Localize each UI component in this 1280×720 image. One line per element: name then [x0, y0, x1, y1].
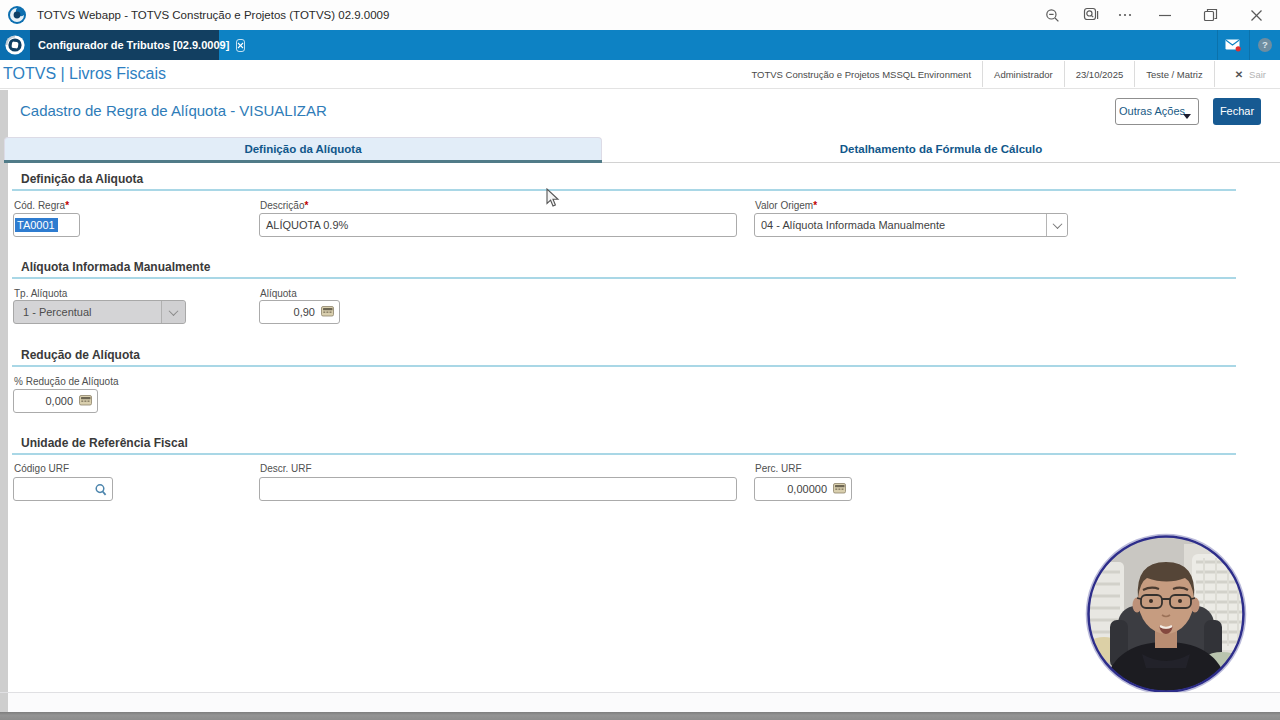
perc-urf-input[interactable]: 0,00000: [754, 477, 852, 501]
totvs-logo-icon: [0, 30, 30, 60]
tab-detalhamento-formula[interactable]: Detalhamento da Fórmula de Cálculo: [602, 137, 1280, 161]
valor-origem-select[interactable]: 04 - Alíquota Informada Manualmente: [754, 213, 1068, 237]
valor-origem-value: 04 - Alíquota Informada Manualmente: [755, 219, 945, 231]
app-tab-close-icon[interactable]: [236, 39, 245, 52]
logout-label: Sair: [1249, 69, 1266, 80]
section-rule: [12, 277, 1236, 279]
footer-strip: [8, 693, 1280, 712]
descr-urf-label: Descr. URF: [260, 463, 312, 474]
user-label: Administrador: [983, 69, 1064, 80]
fechar-label: Fechar: [1220, 105, 1254, 117]
perc-reducao-value: 0,000: [45, 395, 77, 407]
perc-urf-value: 0,00000: [787, 483, 831, 495]
codigo-urf-input[interactable]: [13, 477, 113, 501]
section-title-definicao: Definição da Aliquota: [21, 172, 143, 186]
minimize-button[interactable]: [1150, 0, 1180, 30]
branch-label: Teste / Matriz: [1135, 69, 1214, 80]
app-tab-bar: Configurador de Tributos [02.9.0009] ?: [0, 30, 1280, 60]
codigo-urf-label: Código URF: [14, 463, 69, 474]
perc-urf-label: Perc. URF: [755, 463, 802, 474]
taskbar-strip: [0, 712, 1280, 720]
aliquota-input[interactable]: 0,90: [259, 300, 340, 324]
aliquota-value: 0,90: [294, 306, 319, 318]
active-tab-underline: [4, 160, 602, 163]
tp-aliquota-select: 1 - Percentual: [13, 300, 186, 324]
more-options-icon[interactable]: [1110, 0, 1140, 30]
help-icon[interactable]: ?: [1249, 30, 1280, 60]
valor-origem-label: Valor Origem*: [755, 200, 817, 211]
left-gutter: [0, 90, 8, 712]
window-titlebar: TOTVS Webapp - TOTVS Construção e Projet…: [0, 0, 1280, 30]
section-title-reducao: Redução de Alíquota: [21, 348, 140, 362]
tp-aliquota-label: Tp. Alíquota: [14, 288, 67, 299]
descricao-value: ALÍQUOTA 0.9%: [260, 219, 348, 231]
window-title: TOTVS Webapp - TOTVS Construção e Projet…: [37, 9, 389, 21]
descricao-label: Descrição*: [260, 200, 308, 211]
chevron-down-icon: [161, 301, 185, 323]
cod-regra-label: Cód. Regra*: [14, 200, 69, 211]
outras-acoes-button[interactable]: Outras Ações: [1115, 98, 1199, 125]
section-title-urf: Unidade de Referência Fiscal: [21, 436, 188, 450]
date-label: 23/10/2025: [1065, 69, 1135, 80]
chevron-down-icon: [1046, 214, 1067, 236]
calculator-icon[interactable]: [79, 394, 93, 408]
cod-regra-input[interactable]: TA0001: [13, 213, 80, 237]
section-rule: [12, 189, 1236, 191]
tab-definicao-label: Definição da Alíquota: [244, 143, 361, 155]
fechar-button[interactable]: Fechar: [1213, 98, 1261, 125]
calculator-icon[interactable]: [321, 305, 335, 319]
svg-text:?: ?: [1262, 39, 1268, 50]
search-icon[interactable]: [94, 483, 108, 499]
section-title-aliquota-manual: Alíquota Informada Manualmente: [21, 260, 210, 274]
close-button[interactable]: [1241, 0, 1271, 30]
app-tab-label: Configurador de Tributos [02.9.0009]: [38, 39, 229, 51]
logout-button[interactable]: ✕ Sair: [1215, 69, 1276, 80]
descr-urf-input[interactable]: [259, 477, 737, 501]
feedback-mail-icon[interactable]: [1217, 30, 1248, 60]
page-title: Cadastro de Regra de Alíquota - VISUALIZ…: [20, 102, 327, 119]
restore-button[interactable]: [1195, 0, 1225, 30]
app-tab-configurador[interactable]: Configurador de Tributos [02.9.0009]: [30, 30, 219, 60]
environment-label: TOTVS Construção e Projetos MSSQL Enviro…: [740, 69, 982, 80]
descricao-input[interactable]: ALÍQUOTA 0.9%: [259, 213, 737, 237]
masthead: TOTVS | Livros Fiscais TOTVS Construção …: [0, 60, 1280, 89]
aliquota-label: Alíquota: [260, 288, 297, 299]
chevron-down-icon: [1183, 114, 1191, 119]
mouse-cursor: [546, 188, 560, 208]
brand-title: TOTVS | Livros Fiscais: [3, 65, 166, 83]
tab-detalhamento-label: Detalhamento da Fórmula de Cálculo: [840, 143, 1043, 155]
section-rule: [12, 453, 1236, 455]
outras-acoes-label: Outras Ações: [1119, 105, 1185, 117]
perc-reducao-label: % Redução de Alíquota: [14, 376, 119, 387]
logout-close-icon: ✕: [1235, 69, 1243, 80]
tab-definicao-aliquota[interactable]: Definição da Alíquota: [4, 137, 602, 161]
section-rule: [12, 365, 1236, 367]
zoom-out-icon[interactable]: [1037, 0, 1067, 30]
cod-regra-value: TA0001: [15, 218, 58, 232]
tab-divider-line: [602, 162, 1280, 163]
tp-aliquota-value: 1 - Percentual: [14, 306, 91, 318]
calculator-icon[interactable]: [833, 482, 847, 496]
app-logo-icon: [7, 5, 27, 25]
perc-reducao-input[interactable]: 0,000: [13, 389, 98, 413]
find-in-page-icon[interactable]: [1076, 0, 1106, 30]
webcam-overlay: [1080, 528, 1252, 700]
app-window: TOTVS Webapp - TOTVS Construção e Projet…: [0, 0, 1280, 720]
